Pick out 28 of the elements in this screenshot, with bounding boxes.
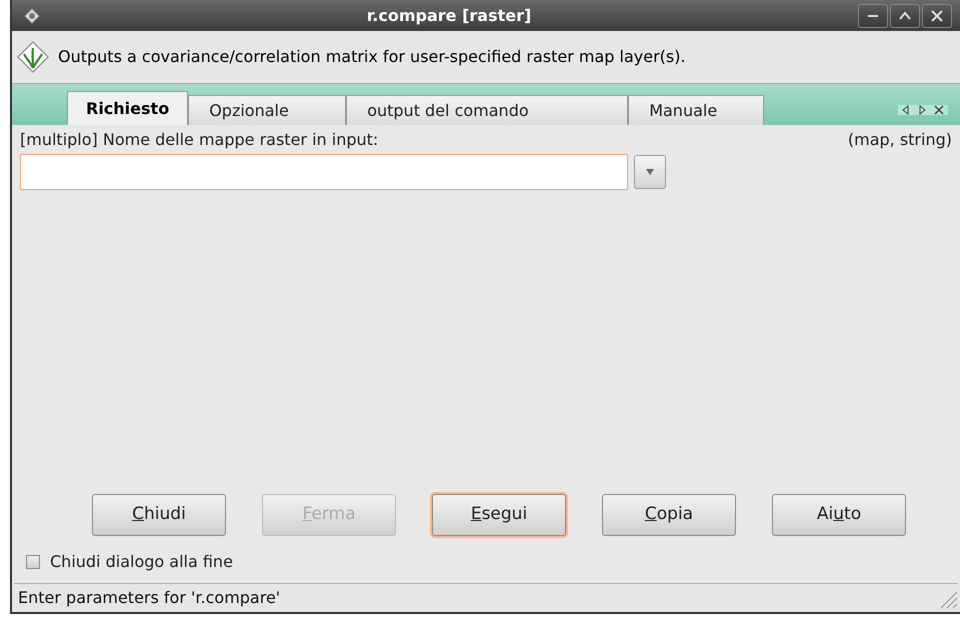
- tab[interactable]: output del comando: [346, 95, 628, 125]
- close-icon: [930, 10, 944, 22]
- checkbox[interactable]: [26, 555, 40, 569]
- scroll-left-icon[interactable]: [902, 105, 910, 115]
- checkbox-label: Chiudi dialogo alla fine: [50, 551, 233, 573]
- action-button[interactable]: Esegui: [432, 494, 566, 536]
- type-hint: (map, string): [848, 129, 952, 151]
- status-text: Enter parameters for 'r.compare': [17, 587, 280, 609]
- tab[interactable]: Manuale: [628, 95, 764, 125]
- input-field[interactable]: [20, 154, 628, 190]
- close-icon[interactable]: [934, 105, 944, 115]
- action-button[interactable]: Aiuto: [772, 494, 906, 536]
- grass-logo-icon: [16, 40, 50, 74]
- tab[interactable]: Opzionale: [188, 95, 346, 125]
- action-button[interactable]: Copia: [602, 494, 736, 536]
- scroll-right-icon[interactable]: [918, 105, 926, 115]
- caret-icon: [645, 168, 655, 176]
- minimize-button[interactable]: [858, 4, 888, 28]
- maximize-button[interactable]: [890, 4, 920, 28]
- window-title: r.compare [raster]: [366, 4, 532, 26]
- tab[interactable]: Richiesto: [67, 91, 188, 125]
- description-text: Outputs a covariance/correlation matrix for user-specified raster map layer(s).: [58, 46, 686, 68]
- field-label: [multiplo] Nome delle mappe raster in input:: [20, 129, 378, 151]
- action-button[interactable]: Chiudi: [92, 494, 226, 536]
- app-icon: [24, 8, 40, 24]
- dropdown-button[interactable]: [634, 155, 666, 189]
- maximize-icon: [898, 10, 912, 22]
- close-button[interactable]: [922, 4, 952, 28]
